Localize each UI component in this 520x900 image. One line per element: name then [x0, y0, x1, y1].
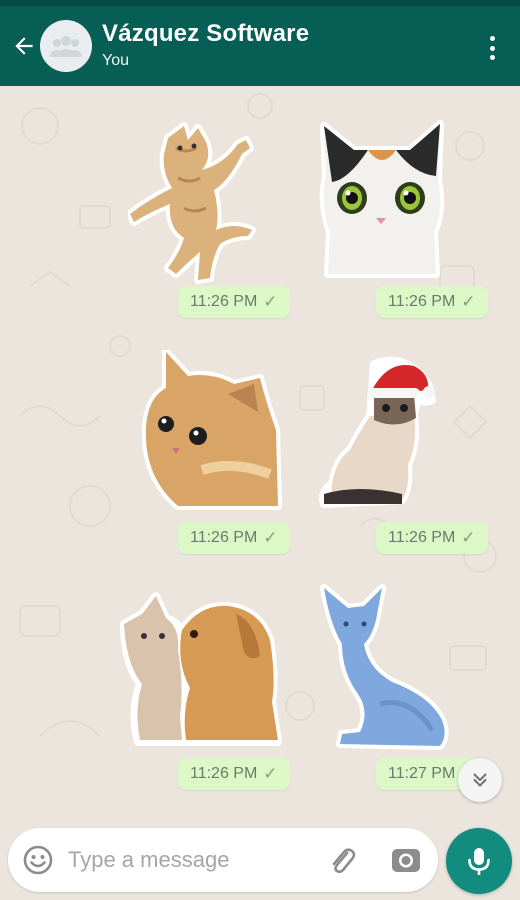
message-time-pill: 11:26 PM ✓	[376, 522, 488, 554]
kitten-and-puppy-sticker[interactable]	[120, 592, 282, 746]
voice-record-button[interactable]	[446, 828, 512, 894]
group-icon	[50, 36, 82, 57]
message-time: 11:26 PM	[190, 529, 258, 546]
group-avatar[interactable]	[40, 20, 92, 72]
message-time-pill: 11:26 PM ✓	[376, 286, 488, 318]
chat-area[interactable]: 11:26 PM ✓ 11:26 PM ✓ 11:26 PM ✓ 11:26 P…	[0, 86, 520, 816]
arrow-left-icon[interactable]	[8, 28, 40, 64]
blue-sphynx-cat-sticker[interactable]	[320, 584, 452, 750]
camera-icon[interactable]	[390, 844, 422, 876]
message-composer	[8, 828, 438, 892]
read-check-icon: ✓	[263, 292, 278, 311]
chat-header: Vázquez Software You	[0, 6, 520, 86]
chat-title: Vázquez Software	[102, 20, 310, 47]
message-time: 11:27 PM	[388, 765, 456, 782]
dancing-cat-sticker[interactable]	[128, 118, 264, 284]
read-check-icon: ✓	[461, 292, 476, 311]
message-time-pill: 11:26 PM ✓	[178, 522, 290, 554]
message-time: 11:26 PM	[190, 293, 258, 310]
double-chevron-down-icon	[473, 773, 487, 787]
orange-cat-peeking-sticker[interactable]	[142, 350, 282, 510]
message-time-pill: 11:26 PM ✓	[178, 286, 290, 318]
message-input[interactable]	[68, 842, 318, 878]
message-time: 11:26 PM	[190, 765, 258, 782]
read-check-icon: ✓	[263, 764, 278, 783]
santa-hat-cat-sticker[interactable]	[318, 354, 440, 510]
chat-title-block[interactable]: Vázquez Software You	[102, 20, 309, 70]
message-time: 11:26 PM	[388, 529, 456, 546]
scroll-to-bottom-button[interactable]	[458, 758, 502, 802]
read-check-icon: ✓	[461, 528, 476, 547]
message-time: 11:26 PM	[388, 293, 456, 310]
chat-subtitle: You	[102, 52, 129, 69]
microphone-icon	[468, 848, 490, 875]
read-check-icon: ✓	[263, 528, 278, 547]
big-eyed-kitten-sticker[interactable]	[318, 120, 446, 278]
emoji-icon[interactable]	[22, 844, 54, 876]
more-vertical-icon[interactable]	[482, 32, 502, 64]
paperclip-icon[interactable]	[326, 844, 358, 876]
message-time-pill: 11:26 PM ✓	[178, 758, 290, 790]
